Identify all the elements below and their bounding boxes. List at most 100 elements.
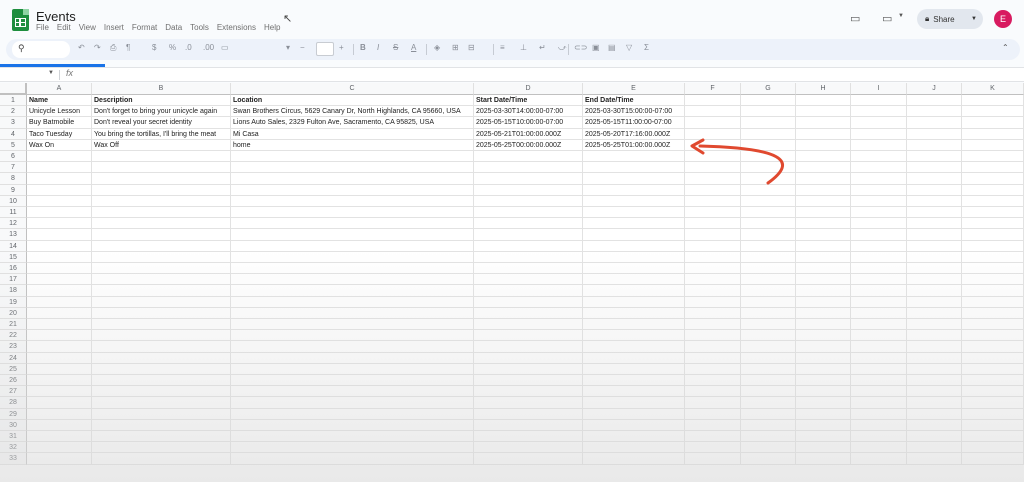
more-formats-icon[interactable]: ▭ — [221, 43, 229, 52]
cell-f31[interactable] — [685, 431, 741, 443]
cell-d3[interactable]: 2025-05-15T10:00:00-07:00 — [474, 117, 583, 129]
menu-data[interactable]: Data — [165, 23, 182, 32]
cell-c9[interactable] — [231, 184, 474, 196]
cell-a23[interactable] — [27, 341, 92, 353]
cell-k22[interactable] — [962, 330, 1024, 342]
cell-e8[interactable] — [583, 173, 685, 185]
cell-g17[interactable] — [741, 274, 796, 286]
cell-j15[interactable] — [907, 251, 962, 263]
cell-a29[interactable] — [27, 408, 92, 420]
cell-b2[interactable]: Don't forget to bring your unicycle agai… — [92, 106, 231, 118]
cell-e10[interactable] — [583, 195, 685, 207]
cell-b10[interactable] — [92, 195, 231, 207]
row-header-7[interactable]: 7 — [0, 162, 27, 174]
cell-f30[interactable] — [685, 419, 741, 431]
cell-d7[interactable] — [474, 162, 583, 174]
cell-c18[interactable] — [231, 285, 474, 297]
cell-i2[interactable] — [851, 106, 907, 118]
cell-a33[interactable] — [27, 453, 92, 465]
undo-icon[interactable]: ↶ — [78, 43, 85, 52]
cell-c13[interactable] — [231, 229, 474, 241]
column-header-g[interactable]: G — [741, 83, 796, 95]
cell-a14[interactable] — [27, 240, 92, 252]
cell-h8[interactable] — [796, 173, 851, 185]
cell-e26[interactable] — [583, 375, 685, 387]
column-header-c[interactable]: C — [231, 83, 474, 95]
cell-g18[interactable] — [741, 285, 796, 297]
row-header-5[interactable]: 5 — [0, 139, 27, 151]
horizontal-align-icon[interactable]: ≡ — [500, 43, 505, 52]
cell-e4[interactable]: 2025-05-20T17:16:00.000Z — [583, 128, 685, 140]
column-header-a[interactable]: A — [27, 83, 92, 95]
cell-e5[interactable]: 2025-05-25T01:00:00.000Z — [583, 139, 685, 151]
cell-i14[interactable] — [851, 240, 907, 252]
cell-g28[interactable] — [741, 397, 796, 409]
cell-k30[interactable] — [962, 419, 1024, 431]
cell-i12[interactable] — [851, 218, 907, 230]
cell-f27[interactable] — [685, 386, 741, 398]
cell-i23[interactable] — [851, 341, 907, 353]
cell-f21[interactable] — [685, 319, 741, 331]
cell-j5[interactable] — [907, 139, 962, 151]
spreadsheet-grid[interactable]: A B C D E F G H I J K 1 Name Description Location Start… — [0, 83, 1024, 482]
cell-h13[interactable] — [796, 229, 851, 241]
cell-k25[interactable] — [962, 363, 1024, 375]
cell-f15[interactable] — [685, 251, 741, 263]
cell-b4[interactable]: You bring the tortillas, I'll bring the … — [92, 128, 231, 140]
cell-c14[interactable] — [231, 240, 474, 252]
cell-f14[interactable] — [685, 240, 741, 252]
cell-a13[interactable] — [27, 229, 92, 241]
cell-h1[interactable] — [796, 95, 851, 107]
cell-c10[interactable] — [231, 195, 474, 207]
insert-link-icon[interactable]: ⊂⊃ — [574, 43, 587, 52]
cell-j27[interactable] — [907, 386, 962, 398]
cell-i17[interactable] — [851, 274, 907, 286]
cell-c27[interactable] — [231, 386, 474, 398]
select-all-corner[interactable] — [0, 83, 27, 95]
cell-c31[interactable] — [231, 431, 474, 443]
cell-j13[interactable] — [907, 229, 962, 241]
text-color-icon[interactable]: A — [411, 43, 416, 52]
cell-k18[interactable] — [962, 285, 1024, 297]
cell-d4[interactable]: 2025-05-21T01:00:00.000Z — [474, 128, 583, 140]
cell-h7[interactable] — [796, 162, 851, 174]
cell-d28[interactable] — [474, 397, 583, 409]
cell-a9[interactable] — [27, 184, 92, 196]
row-header-8[interactable]: 8 — [0, 173, 27, 185]
cell-j33[interactable] — [907, 453, 962, 465]
cell-j30[interactable] — [907, 419, 962, 431]
meet-caret-icon[interactable]: ▼ — [898, 13, 904, 19]
cell-j20[interactable] — [907, 307, 962, 319]
cell-d32[interactable] — [474, 442, 583, 454]
cell-a18[interactable] — [27, 285, 92, 297]
cell-k7[interactable] — [962, 162, 1024, 174]
cell-h21[interactable] — [796, 319, 851, 331]
cell-j19[interactable] — [907, 296, 962, 308]
column-header-j[interactable]: J — [907, 83, 962, 95]
cell-g32[interactable] — [741, 442, 796, 454]
cell-k33[interactable] — [962, 453, 1024, 465]
cell-j32[interactable] — [907, 442, 962, 454]
cell-j3[interactable] — [907, 117, 962, 129]
cell-i7[interactable] — [851, 162, 907, 174]
cell-g24[interactable] — [741, 352, 796, 364]
cell-d26[interactable] — [474, 375, 583, 387]
cell-e20[interactable] — [583, 307, 685, 319]
row-header-10[interactable]: 10 — [0, 195, 27, 207]
cell-e19[interactable] — [583, 296, 685, 308]
cell-i20[interactable] — [851, 307, 907, 319]
cell-f12[interactable] — [685, 218, 741, 230]
cell-f33[interactable] — [685, 453, 741, 465]
cell-i32[interactable] — [851, 442, 907, 454]
text-wrapping-icon[interactable]: ↵ — [539, 43, 546, 52]
cell-c26[interactable] — [231, 375, 474, 387]
cell-a3[interactable]: Buy Batmobile — [27, 117, 92, 129]
cell-c1[interactable]: Location — [231, 95, 474, 107]
cell-g33[interactable] — [741, 453, 796, 465]
cell-f11[interactable] — [685, 207, 741, 219]
cell-f22[interactable] — [685, 330, 741, 342]
cell-b31[interactable] — [92, 431, 231, 443]
cell-f5[interactable] — [685, 139, 741, 151]
cell-h9[interactable] — [796, 184, 851, 196]
cell-b22[interactable] — [92, 330, 231, 342]
